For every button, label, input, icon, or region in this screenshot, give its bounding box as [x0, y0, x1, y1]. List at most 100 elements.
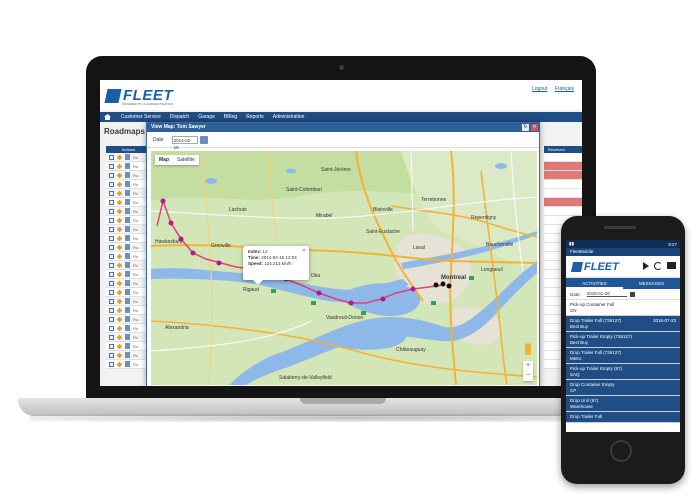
edit-icon[interactable] [116, 271, 123, 277]
refresh-icon[interactable]: ↻ [522, 124, 529, 131]
document-icon[interactable] [125, 190, 130, 196]
row-checkbox[interactable] [109, 316, 114, 322]
tab-messages[interactable]: MESSAGES [623, 278, 680, 289]
edit-icon[interactable] [116, 334, 123, 340]
document-icon[interactable] [125, 181, 130, 187]
edit-icon[interactable] [116, 235, 123, 241]
row-checkbox[interactable] [109, 163, 114, 169]
logout-link[interactable]: Logout [532, 86, 547, 92]
edit-icon[interactable] [116, 352, 123, 358]
map-type-map[interactable]: Map [155, 155, 173, 165]
document-icon[interactable] [125, 226, 130, 232]
row-checkbox[interactable] [109, 244, 114, 250]
date-input[interactable]: 2014-02-15 [171, 135, 198, 150]
document-icon[interactable] [125, 280, 130, 286]
edit-icon[interactable] [116, 289, 123, 295]
document-icon[interactable] [125, 235, 130, 241]
edit-icon[interactable] [116, 208, 123, 214]
document-icon[interactable] [125, 262, 130, 268]
row-checkbox[interactable] [109, 199, 114, 205]
edit-icon[interactable] [116, 280, 123, 286]
edit-icon[interactable] [116, 307, 123, 313]
row-checkbox[interactable] [109, 262, 114, 268]
list-item[interactable]: Drop Trailer Full (736127) Best Buy 2016-0… [566, 316, 680, 332]
document-icon[interactable] [125, 244, 130, 250]
document-icon[interactable] [125, 334, 130, 340]
edit-icon[interactable] [116, 316, 123, 322]
tab-activities[interactable]: ACTIVITIES [566, 278, 623, 289]
document-icon[interactable] [125, 316, 130, 322]
dialog-title-bar[interactable]: View Map: Tom Sawyer ↻ ✕ [147, 123, 539, 132]
nav-customer-service[interactable]: Customer Service [121, 114, 161, 120]
edit-icon[interactable] [116, 262, 123, 268]
nav-billing[interactable]: Billing [224, 114, 237, 120]
route-map[interactable]: Saint-Jérôme Terrebonne Laval Montreal L… [151, 151, 537, 385]
row-checkbox[interactable] [109, 298, 114, 304]
edit-icon[interactable] [116, 226, 123, 232]
nav-administration[interactable]: Administration [273, 114, 305, 120]
list-item[interactable]: Drop Unit (87) Warehouse [566, 396, 680, 412]
edit-icon[interactable] [116, 253, 123, 259]
row-checkbox[interactable] [109, 352, 114, 358]
edit-icon[interactable] [116, 181, 123, 187]
row-checkbox[interactable] [109, 181, 114, 187]
street-view-pegman-icon[interactable] [525, 343, 531, 355]
edit-icon[interactable] [116, 325, 123, 331]
edit-icon[interactable] [116, 172, 123, 178]
calendar-icon[interactable] [629, 291, 635, 297]
document-icon[interactable] [125, 361, 130, 367]
nav-reports[interactable]: Reports [246, 114, 264, 120]
nav-garage[interactable]: Garage [198, 114, 215, 120]
language-link[interactable]: Français [555, 86, 574, 92]
row-checkbox[interactable] [109, 208, 114, 214]
edit-icon[interactable] [116, 190, 123, 196]
row-checkbox[interactable] [109, 217, 114, 223]
home-icon[interactable] [104, 114, 111, 120]
document-icon[interactable] [125, 253, 130, 259]
phone-date-input[interactable]: 2016-01-26 [586, 291, 627, 297]
edit-icon[interactable] [116, 361, 123, 367]
list-item[interactable]: Drop Trailer Full [566, 412, 680, 423]
list-item[interactable]: Drop Container Empty CP [566, 380, 680, 396]
map-type-satellite[interactable]: Satellite [173, 155, 199, 165]
document-icon[interactable] [125, 217, 130, 223]
document-icon[interactable] [125, 154, 130, 160]
play-icon[interactable] [643, 262, 649, 270]
document-icon[interactable] [125, 352, 130, 358]
edit-icon[interactable] [116, 343, 123, 349]
row-checkbox[interactable] [109, 334, 114, 340]
refresh-icon[interactable] [654, 262, 662, 270]
mail-icon[interactable] [667, 262, 676, 269]
row-checkbox[interactable] [109, 289, 114, 295]
edit-icon[interactable] [116, 199, 123, 205]
edit-icon[interactable] [116, 244, 123, 250]
edit-icon[interactable] [116, 163, 123, 169]
row-checkbox[interactable] [109, 154, 114, 160]
close-icon[interactable]: ✕ [302, 248, 306, 254]
list-item[interactable]: Pick-up Container Full CN [566, 300, 680, 316]
calendar-icon[interactable] [199, 135, 208, 144]
row-checkbox[interactable] [109, 307, 114, 313]
zoom-out-button[interactable]: − [523, 371, 533, 381]
row-checkbox[interactable] [109, 226, 114, 232]
row-checkbox[interactable] [109, 361, 114, 367]
row-checkbox[interactable] [109, 343, 114, 349]
edit-icon[interactable] [116, 154, 123, 160]
row-checkbox[interactable] [109, 253, 114, 259]
edit-icon[interactable] [116, 298, 123, 304]
document-icon[interactable] [125, 343, 130, 349]
edit-icon[interactable] [116, 217, 123, 223]
row-checkbox[interactable] [109, 325, 114, 331]
document-icon[interactable] [125, 289, 130, 295]
document-icon[interactable] [125, 325, 130, 331]
zoom-in-button[interactable]: + [523, 361, 533, 371]
document-icon[interactable] [125, 298, 130, 304]
document-icon[interactable] [125, 199, 130, 205]
list-item[interactable]: Pick-up Trailer Empty (87) SAQ [566, 364, 680, 380]
list-item[interactable]: Pick-up Trailer Empty (736127) Best Buy [566, 332, 680, 348]
document-icon[interactable] [125, 208, 130, 214]
close-icon[interactable]: ✕ [531, 124, 538, 131]
nav-dispatch[interactable]: Dispatch [170, 114, 189, 120]
document-icon[interactable] [125, 172, 130, 178]
document-icon[interactable] [125, 307, 130, 313]
